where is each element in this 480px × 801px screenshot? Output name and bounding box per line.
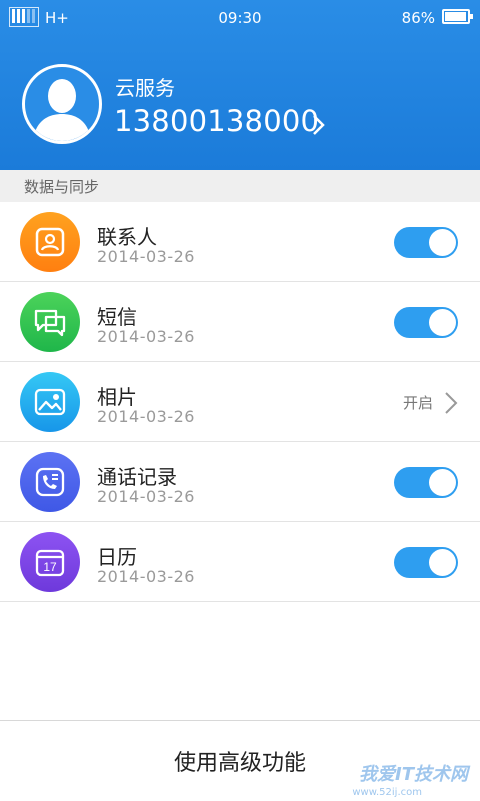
row-title: 短信 [97, 305, 137, 329]
calendar-day-number: 17 [43, 560, 57, 574]
row-title: 相片 [97, 385, 137, 409]
sync-row-messages[interactable]: 短信 2014-03-26 [0, 282, 480, 362]
user-silhouette-icon [33, 79, 91, 141]
row-title: 通话记录 [97, 465, 177, 489]
calendar-icon: 17 [35, 549, 65, 577]
watermark-text: 我爱IT技术网 [359, 764, 468, 785]
messages-sync-toggle[interactable] [394, 307, 458, 338]
photos-status-label: 开启 [402, 394, 433, 412]
bottom-bar: 使用高级功能 我爱IT技术网 www.52ij.com [0, 720, 480, 800]
cloud-service-label: 云服务 [115, 76, 175, 100]
row-title: 联系人 [97, 225, 157, 249]
contact-icon [35, 227, 65, 257]
sync-row-photos[interactable]: 相片 2014-03-26 开启 [0, 362, 480, 442]
sync-row-contacts[interactable]: 联系人 2014-03-26 [0, 202, 480, 282]
contacts-sync-toggle[interactable] [394, 227, 458, 258]
calendar-icon-badge: 17 [20, 532, 80, 592]
contacts-icon-badge [20, 212, 80, 272]
call-log-icon [35, 467, 65, 497]
calendar-sync-toggle[interactable] [394, 547, 458, 578]
row-title: 日历 [97, 545, 137, 569]
call-log-icon-badge [20, 452, 80, 512]
cloud-service-header: H+ 09:30 86% 云服务 13800138000 [0, 0, 480, 170]
sync-row-call-log[interactable]: 通话记录 2014-03-26 [0, 442, 480, 522]
message-icon [34, 309, 66, 337]
photo-icon [34, 388, 66, 416]
battery-icon [442, 9, 473, 24]
section-header: 数据与同步 [0, 170, 480, 202]
messages-icon-badge [20, 292, 80, 352]
call-log-sync-toggle[interactable] [394, 467, 458, 498]
row-date: 2014-03-26 [97, 487, 195, 506]
sync-list: 联系人 2014-03-26 短信 2014-03-26 相片 2014-03-… [0, 202, 480, 602]
account-number[interactable]: 13800138000 [114, 104, 319, 138]
row-date: 2014-03-26 [97, 567, 195, 586]
chevron-right-icon[interactable] [309, 113, 327, 137]
row-date: 2014-03-26 [97, 247, 195, 266]
status-bar: H+ 09:30 86% [0, 0, 480, 36]
sync-row-calendar[interactable]: 17 日历 2014-03-26 [0, 522, 480, 602]
photos-icon-badge [20, 372, 80, 432]
row-date: 2014-03-26 [97, 327, 195, 346]
chevron-right-icon[interactable] [444, 391, 458, 415]
battery-percentage: 86% [401, 9, 435, 27]
watermark-url: www.52ij.com [352, 787, 422, 798]
avatar[interactable] [22, 64, 102, 144]
row-date: 2014-03-26 [97, 407, 195, 426]
